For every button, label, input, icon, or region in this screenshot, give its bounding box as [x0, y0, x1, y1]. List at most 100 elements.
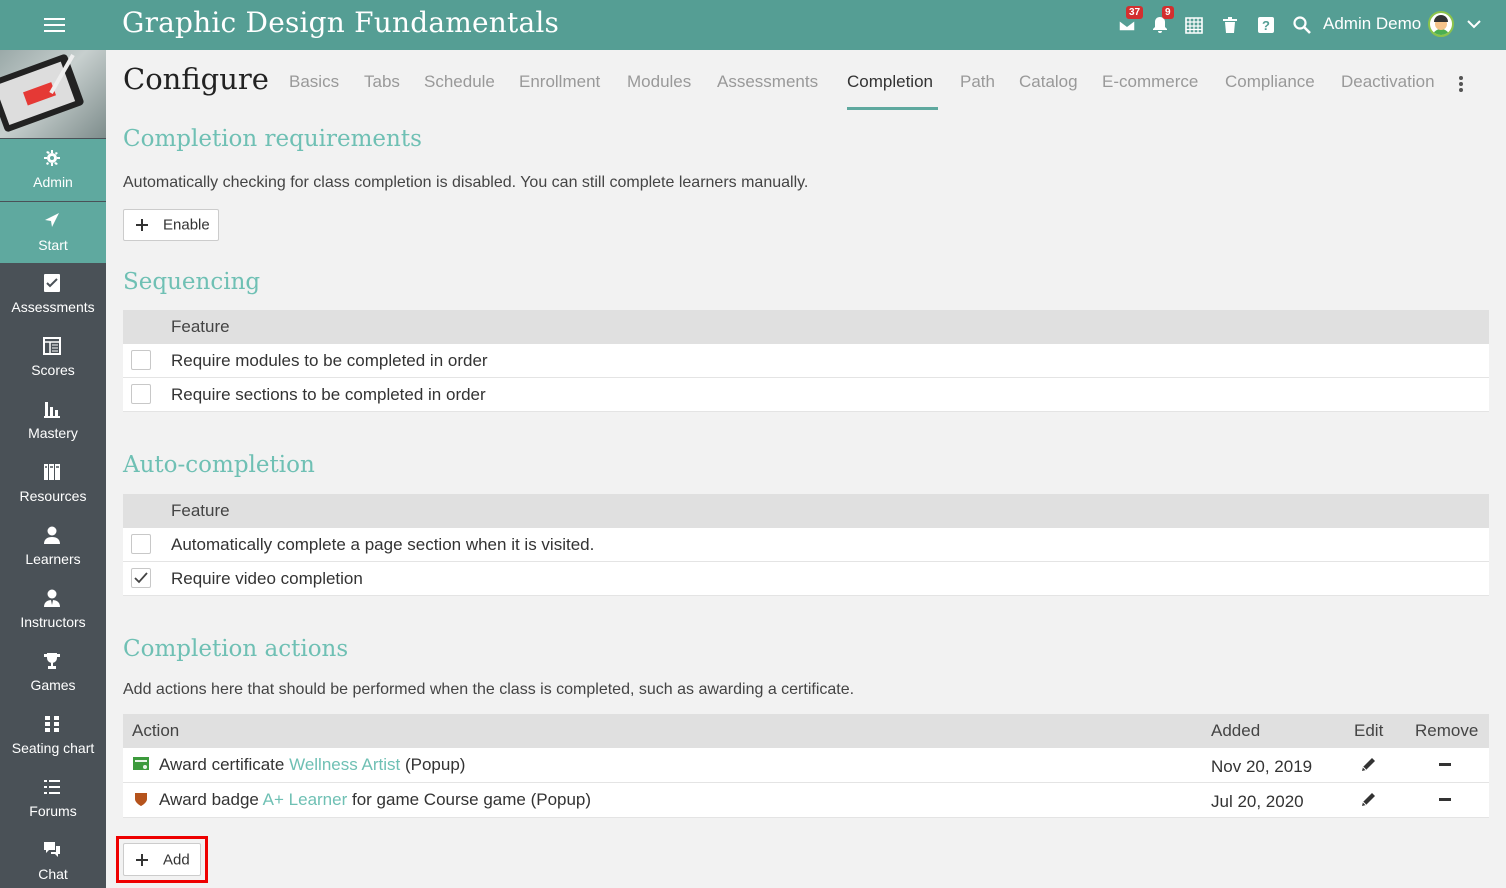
- sidebar-item-label: Scores: [31, 362, 75, 378]
- remove-header: Remove: [1415, 721, 1479, 740]
- tab-modules[interactable]: Modules: [627, 72, 691, 92]
- added-header: Added: [1211, 721, 1261, 740]
- svg-text:?: ?: [1262, 18, 1270, 33]
- sidebar-item-label: Assessments: [11, 299, 95, 315]
- feature-header: Feature: [171, 317, 230, 336]
- tab-basics[interactable]: Basics: [289, 72, 339, 92]
- remove-icon[interactable]: [1439, 763, 1451, 766]
- sidebar-item-learners[interactable]: Learners: [0, 516, 106, 578]
- gear-icon: [42, 149, 62, 167]
- tab-enrollment[interactable]: Enrollment: [519, 72, 600, 92]
- checkmark-icon: [134, 572, 148, 584]
- bell-icon[interactable]: 9: [1147, 6, 1174, 38]
- navigation-arrow-icon: [42, 212, 62, 230]
- sequencing-table: Feature Require modules to be completed …: [123, 310, 1489, 413]
- sidebar-item-label: Forums: [29, 803, 77, 819]
- mail-badge: 37: [1126, 6, 1144, 19]
- avatar[interactable]: [1428, 11, 1454, 37]
- table-row: Award badge A+ Learner for game Course g…: [123, 783, 1489, 818]
- completion-actions-table: Action Added Edit Remove Award certifica…: [123, 714, 1489, 820]
- sidebar-item-label: Instructors: [20, 614, 86, 630]
- sidebar-item-label: Learners: [25, 551, 81, 567]
- enable-button-label: Enable: [163, 216, 210, 234]
- completion-requirements-title: Completion requirements: [123, 126, 422, 152]
- trash-icon[interactable]: [1217, 12, 1243, 38]
- person-icon: [42, 526, 62, 544]
- auto-complete-section-checkbox[interactable]: [131, 534, 151, 554]
- tab-assessments[interactable]: Assessments: [717, 72, 818, 92]
- class-thumbnail[interactable]: [0, 50, 106, 138]
- action-text: Award badge A+ Learner for game Course g…: [159, 790, 591, 810]
- sidebar-item-games[interactable]: Games: [0, 642, 106, 704]
- action-prefix: Award certificate: [159, 755, 290, 774]
- feature-label: Automatically complete a page section wh…: [171, 535, 595, 554]
- table-header: Action Added Edit Remove: [123, 714, 1489, 748]
- completion-requirements-text: Automatically checking for class complet…: [123, 174, 809, 191]
- tab-tabs[interactable]: Tabs: [364, 72, 400, 92]
- sidebar-item-mastery[interactable]: Mastery: [0, 390, 106, 452]
- pencil-icon[interactable]: [1359, 791, 1377, 809]
- tab-e-commerce[interactable]: E-commerce: [1102, 72, 1198, 92]
- sidebar-item-label: Games: [30, 677, 76, 693]
- sidebar-item-instructors[interactable]: Instructors: [0, 579, 106, 641]
- action-text: Award certificate Wellness Artist (Popup…: [159, 755, 465, 775]
- sidebar-item-scores[interactable]: Scores: [0, 327, 106, 389]
- checkbox-icon: [42, 274, 62, 292]
- tab-completion[interactable]: Completion: [847, 72, 933, 92]
- sidebar-item-admin[interactable]: Admin: [0, 139, 106, 201]
- sidebar-item-label: Resources: [19, 488, 87, 504]
- badge-link[interactable]: A+ Learner: [263, 790, 348, 809]
- list-icon: [42, 778, 62, 796]
- table-header: Feature: [123, 310, 1489, 344]
- help-icon[interactable]: ?: [1253, 12, 1279, 38]
- added-date: Nov 20, 2019: [1211, 757, 1313, 776]
- completion-actions-text: Add actions here that should be performe…: [123, 681, 855, 698]
- sidebar-item-chat[interactable]: Chat: [0, 831, 106, 888]
- tab-path[interactable]: Path: [960, 72, 995, 92]
- sidebar: Admin Start Assessments Scores Mastery R…: [0, 50, 106, 888]
- books-icon: [42, 463, 62, 481]
- more-options-icon[interactable]: [1456, 74, 1466, 94]
- trophy-icon: [42, 652, 62, 670]
- notification-badge: 9: [1162, 6, 1174, 19]
- enable-button[interactable]: Enable: [123, 209, 219, 241]
- sidebar-item-start[interactable]: Start: [0, 202, 106, 263]
- calendar-icon[interactable]: [1181, 12, 1207, 38]
- added-date: Jul 20, 2020: [1211, 792, 1304, 811]
- tab-deactivation[interactable]: Deactivation: [1341, 72, 1435, 92]
- table-row: Award certificate Wellness Artist (Popup…: [123, 748, 1489, 783]
- tab-compliance[interactable]: Compliance: [1225, 72, 1315, 92]
- sidebar-item-label: Mastery: [28, 425, 78, 441]
- bar-chart-icon: [42, 400, 62, 418]
- sidebar-item-seating-chart[interactable]: Seating chart: [0, 705, 106, 767]
- tab-catalog[interactable]: Catalog: [1019, 72, 1078, 92]
- table-row: Require sections to be completed in orde…: [123, 378, 1489, 412]
- plus-icon: [136, 219, 148, 231]
- pencil-icon[interactable]: [1359, 756, 1377, 774]
- menu-icon[interactable]: [30, 12, 80, 38]
- top-bar: Graphic Design Fundamentals 37 9 ? Admin…: [0, 0, 1506, 50]
- require-sections-order-checkbox[interactable]: [131, 384, 151, 404]
- highlight-box: [116, 836, 208, 883]
- sidebar-item-forums[interactable]: Forums: [0, 768, 106, 830]
- user-name[interactable]: Admin Demo: [1323, 14, 1421, 34]
- sidebar-item-resources[interactable]: Resources: [0, 453, 106, 515]
- gradebook-icon: [42, 337, 62, 355]
- sidebar-item-assessments[interactable]: Assessments: [0, 264, 106, 326]
- feature-header: Feature: [171, 501, 230, 520]
- badge-shield-icon: [135, 793, 147, 806]
- mail-icon[interactable]: 37: [1114, 6, 1144, 38]
- app-title: Graphic Design Fundamentals: [122, 6, 560, 39]
- require-video-completion-checkbox[interactable]: [131, 568, 151, 588]
- instructor-icon: [42, 589, 62, 607]
- chevron-down-icon[interactable]: [1466, 16, 1482, 32]
- require-modules-order-checkbox[interactable]: [131, 350, 151, 370]
- action-header: Action: [132, 721, 180, 740]
- edit-header: Edit: [1354, 721, 1384, 740]
- table-row: Require modules to be completed in order: [123, 344, 1489, 378]
- certificate-link[interactable]: Wellness Artist: [289, 755, 400, 774]
- tab-schedule[interactable]: Schedule: [424, 72, 495, 92]
- table-row: Automatically complete a page section wh…: [123, 528, 1489, 562]
- search-icon[interactable]: [1289, 12, 1315, 38]
- remove-icon[interactable]: [1439, 798, 1451, 801]
